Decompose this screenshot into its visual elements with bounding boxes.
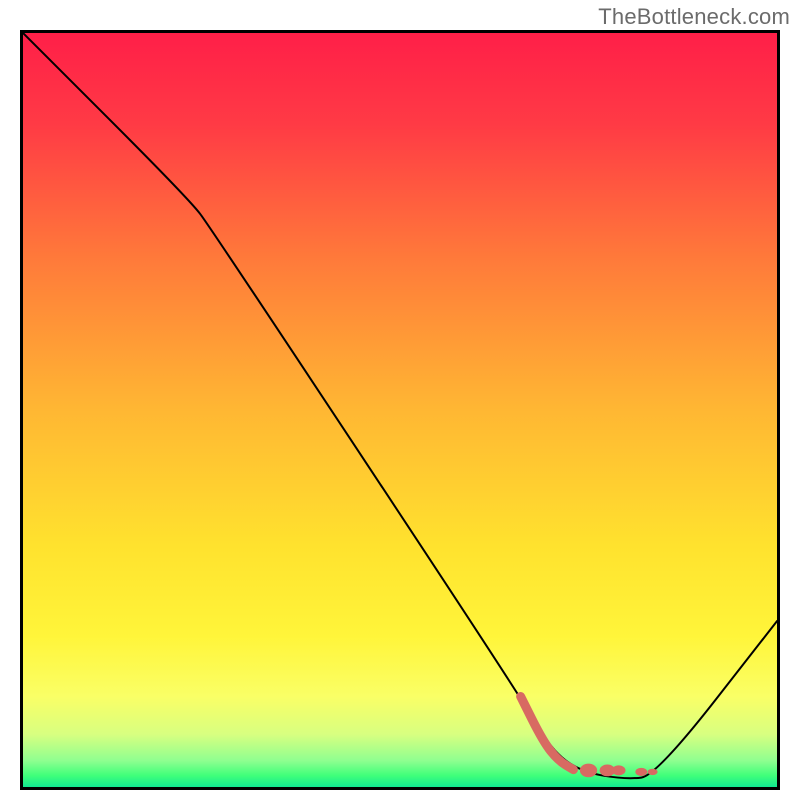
highlight-dot <box>635 768 647 776</box>
plot-frame <box>20 30 780 790</box>
highlight-dot <box>612 765 626 775</box>
highlight-dot <box>580 764 597 778</box>
highlight-dot <box>648 769 658 775</box>
attribution-label: TheBottleneck.com <box>598 4 790 30</box>
plot-svg <box>23 33 777 787</box>
chart-container: TheBottleneck.com <box>0 0 800 800</box>
